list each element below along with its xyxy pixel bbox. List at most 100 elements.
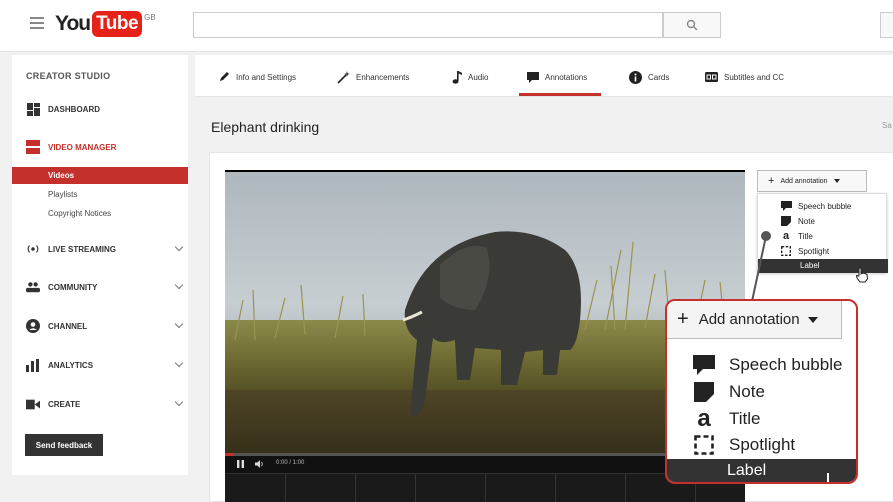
tab-label: Info and Settings	[236, 72, 297, 82]
add-annotation-button[interactable]: + Add annotation	[757, 170, 867, 192]
plus-icon: +	[768, 175, 775, 187]
sidebar-item-label: DASHBOARD	[48, 104, 100, 114]
tab-enhancements[interactable]: Enhancements	[337, 69, 409, 85]
sidebar-item-analytics[interactable]: ANALYTICS	[26, 357, 184, 373]
create-icon	[26, 397, 40, 411]
youtube-logo[interactable]: You Tube GB	[55, 11, 156, 37]
sub-item-videos[interactable]: Videos	[48, 171, 74, 180]
analytics-icon	[26, 358, 40, 372]
sidebar-item-label: VIDEO MANAGER	[48, 142, 117, 152]
menu-item-title[interactable]: a Title	[780, 229, 813, 243]
live-streaming-icon	[26, 242, 40, 256]
speech-bubble-icon	[527, 71, 539, 83]
active-tab-indicator	[519, 93, 601, 96]
cc-icon	[705, 72, 718, 82]
logo-you-text: You	[55, 12, 91, 35]
menu-item-note[interactable]: Note	[780, 214, 815, 228]
tab-audio[interactable]: Audio	[452, 69, 488, 85]
chevron-down-icon[interactable]	[174, 397, 184, 407]
caret-down-icon	[807, 316, 818, 323]
menu-item-spotlight[interactable]: Spotlight	[780, 244, 829, 258]
speech-bubble-icon	[693, 354, 715, 376]
send-feedback-button[interactable]: Send feedback	[25, 434, 103, 456]
note-icon	[780, 215, 792, 227]
menu-item-speech-bubble[interactable]: Speech bubble	[780, 199, 851, 213]
tab-annotations[interactable]: Annotations	[527, 69, 587, 85]
info-icon	[629, 70, 642, 84]
sidebar-item-create[interactable]: CREATE	[26, 396, 184, 412]
menu-item-title-zoomed[interactable]: a Title	[693, 405, 761, 432]
text-cursor-icon	[827, 473, 829, 482]
music-note-icon	[452, 70, 462, 84]
title-icon: a	[782, 230, 790, 242]
time-display: 0:00 / 1:00	[276, 460, 305, 466]
menu-item-label: Note	[729, 382, 765, 401]
menu-item-label-selected-zoomed[interactable]: Label	[667, 459, 856, 482]
sidebar-item-label: COMMUNITY	[48, 282, 98, 292]
sidebar-item-label: CHANNEL	[48, 321, 88, 331]
magic-wand-icon	[337, 70, 350, 84]
tab-label: Annotations	[545, 72, 588, 82]
speech-bubble-icon	[780, 200, 792, 212]
search-icon	[686, 19, 698, 31]
menu-item-label: Title	[729, 409, 761, 428]
community-icon	[26, 280, 40, 294]
top-bar: You Tube GB	[0, 0, 893, 52]
channel-icon	[26, 319, 40, 333]
sub-item-active-highlight	[12, 167, 188, 184]
tab-label: Audio	[468, 72, 489, 82]
volume-icon[interactable]	[255, 460, 265, 468]
chevron-down-icon[interactable]	[174, 319, 184, 329]
search-input[interactable]	[193, 12, 663, 38]
tab-cards[interactable]: Cards	[629, 69, 669, 85]
video-manager-icon	[26, 140, 40, 154]
sidebar-item-channel[interactable]: CHANNEL	[26, 318, 184, 334]
tab-label: Cards	[648, 72, 670, 82]
sidebar-item-community[interactable]: COMMUNITY	[26, 279, 184, 295]
upload-button[interactable]	[880, 12, 893, 38]
logo-region: GB	[144, 13, 156, 22]
sub-item-copyright-notices[interactable]: Copyright Notices	[48, 209, 111, 218]
sidebar-item-video-manager[interactable]: VIDEO MANAGER	[26, 139, 176, 155]
tab-subtitles-and-cc[interactable]: Subtitles and CC	[705, 69, 784, 85]
caret-down-icon	[833, 179, 840, 183]
hand-cursor-icon	[855, 267, 869, 283]
menu-item-spotlight-zoomed[interactable]: Spotlight	[693, 433, 795, 457]
pencil-icon	[220, 72, 229, 81]
zoomed-annotation-menu: + Add annotation Speech bubble Note a Ti…	[665, 299, 858, 484]
tab-label: Enhancements	[356, 72, 410, 82]
sidebar-item-label: CREATE	[48, 399, 81, 409]
sidebar-item-live-streaming[interactable]: LIVE STREAMING	[26, 241, 184, 257]
menu-item-label: Spotlight	[798, 246, 830, 256]
tab-label: Subtitles and CC	[724, 72, 785, 82]
menu-item-label: Speech bubble	[729, 355, 843, 374]
menu-item-label: Spotlight	[729, 435, 796, 454]
spotlight-icon	[780, 245, 792, 257]
spotlight-icon	[693, 434, 715, 456]
sidebar-item-dashboard[interactable]: DASHBOARD	[26, 101, 176, 117]
add-annotation-button-zoomed[interactable]: + Add annotation	[667, 301, 842, 339]
title-icon: a	[697, 405, 711, 432]
menu-item-label: Note	[798, 216, 815, 226]
sub-item-playlists[interactable]: Playlists	[48, 190, 77, 199]
dashboard-icon	[26, 102, 40, 116]
pause-icon[interactable]	[237, 460, 244, 468]
add-annotation-label: Add annotation	[780, 177, 828, 185]
editor-tabs: Info and Settings Enhancements Audio Ann…	[195, 55, 893, 97]
menu-item-label: Title	[798, 231, 813, 241]
chevron-down-icon[interactable]	[174, 242, 184, 252]
chevron-down-icon[interactable]	[174, 280, 184, 290]
menu-item-speech-bubble-zoomed[interactable]: Speech bubble	[693, 353, 842, 377]
creator-studio-title: CREATOR STUDIO	[26, 71, 111, 81]
save-link[interactable]: Sa	[882, 121, 892, 130]
hamburger-menu-icon[interactable]	[30, 17, 44, 29]
chevron-down-icon[interactable]	[174, 358, 184, 368]
add-annotation-label: Add annotation	[698, 311, 800, 328]
search-button[interactable]	[663, 12, 721, 38]
video-title: Elephant drinking	[211, 119, 320, 135]
note-icon	[693, 381, 715, 403]
tab-info-and-settings[interactable]: Info and Settings	[218, 69, 296, 85]
menu-item-note-zoomed[interactable]: Note	[693, 380, 765, 404]
logo-tube-text: Tube	[92, 11, 143, 37]
plus-icon: +	[677, 308, 689, 330]
